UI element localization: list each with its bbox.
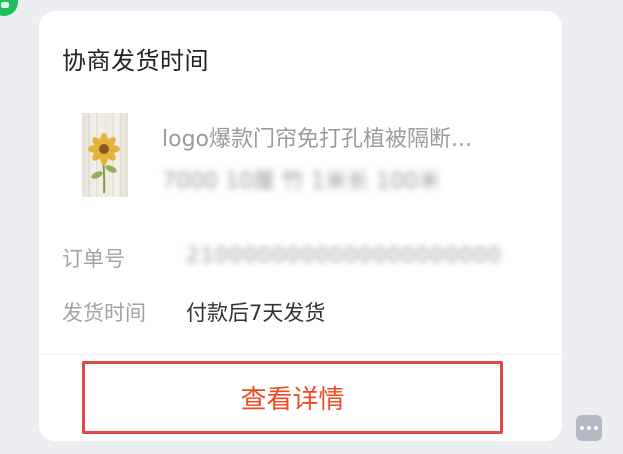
- more-dot: [594, 426, 598, 430]
- shipping-time-row: 发货时间 付款后7天发货: [62, 297, 542, 327]
- shipping-time-value: 付款后7天发货: [186, 301, 326, 325]
- card-title: 协商发货时间: [62, 47, 209, 75]
- avatar-mark: [1, 2, 9, 8]
- shipping-time-label: 发货时间: [62, 301, 146, 325]
- negotiate-shipping-card: 协商发货时间 logo爆款门帘免打孔植被隔断... 7000 10厘 竹 1米长…: [39, 11, 562, 441]
- order-number-row: 订单号 2100000000000000000000: [62, 243, 542, 273]
- view-details-button[interactable]: 查看详情: [82, 361, 503, 434]
- more-icon[interactable]: [576, 415, 602, 441]
- order-number-value: 2100000000000000000000: [186, 243, 502, 267]
- more-dot: [580, 426, 584, 430]
- more-dot: [587, 426, 591, 430]
- sunflower-icon: [88, 113, 122, 197]
- product-item[interactable]: logo爆款门帘免打孔植被隔断... 7000 10厘 竹 1米长 100米: [82, 111, 552, 201]
- order-number-label: 订单号: [62, 247, 125, 271]
- product-name: logo爆款门帘免打孔植被隔断...: [162, 127, 472, 152]
- chat-view: 协商发货时间 logo爆款门帘免打孔植被隔断... 7000 10厘 竹 1米长…: [0, 0, 623, 454]
- card-divider: [39, 354, 562, 355]
- avatar-icon[interactable]: [0, 0, 18, 16]
- product-spec: 7000 10厘 竹 1米长 100米: [162, 169, 440, 194]
- product-thumbnail: [82, 113, 128, 197]
